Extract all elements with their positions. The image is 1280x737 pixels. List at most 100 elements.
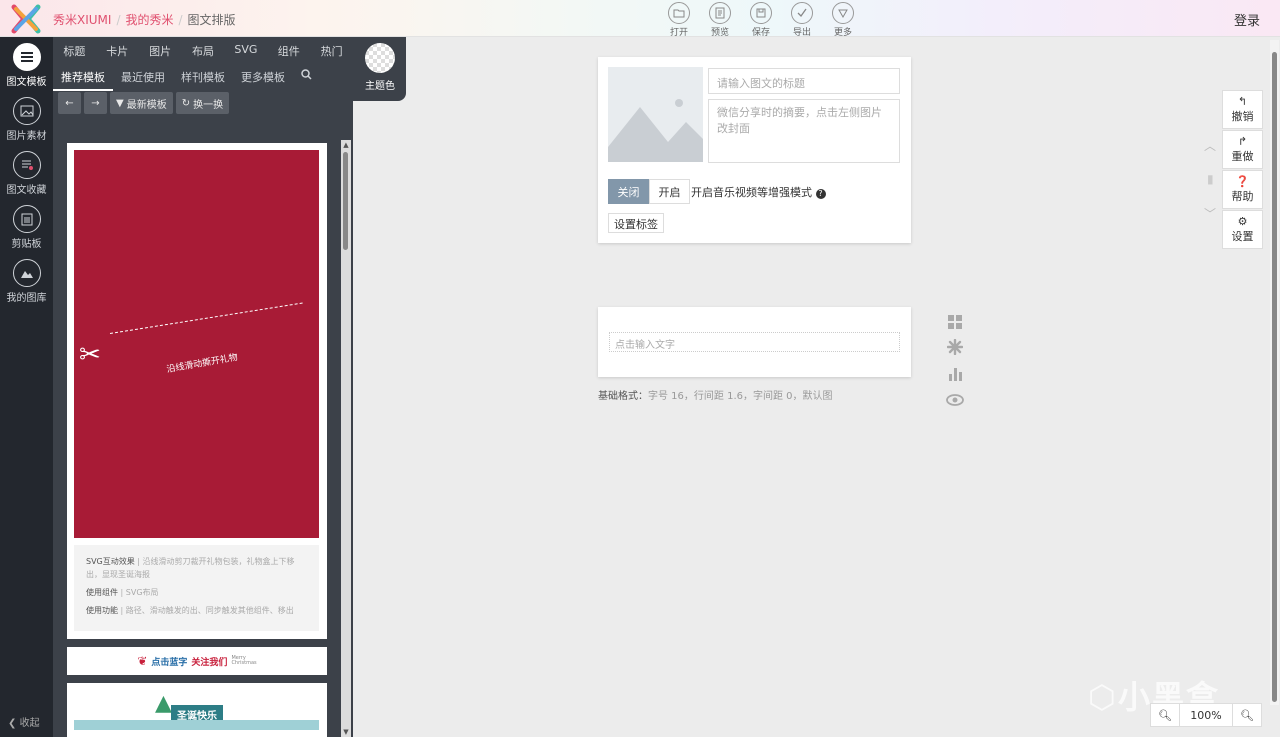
- category-tabs: 标题 卡片 图片 布局 SVG 组件 热门: [53, 43, 353, 59]
- search-icon[interactable]: [293, 69, 320, 91]
- tab-more[interactable]: 更多模板: [233, 69, 293, 91]
- export-button[interactable]: 导出: [782, 2, 822, 38]
- scroll-thumb[interactable]: [343, 152, 348, 250]
- template-description: SVG互动效果 | 沿线滑动剪刀裁开礼物包装，礼物盒上下移出，显现圣诞海报 使用…: [74, 545, 319, 631]
- template-preview: ✂ 沿线滑动撕开礼物: [74, 150, 319, 538]
- top-bar: 秀米XIUMI / 我的秀米 / 图文排版 打开 预览 保存 导出 更多 登录: [0, 0, 1280, 38]
- rail-label: 剪贴板: [11, 239, 42, 250]
- cover-image-placeholder[interactable]: [608, 67, 703, 162]
- save-label: 保存: [751, 28, 770, 38]
- redo-button[interactable]: ↱ 重做: [1222, 130, 1263, 169]
- forward-button[interactable]: →: [84, 92, 107, 114]
- rail-item-gallery[interactable]: 我的图库: [0, 259, 53, 304]
- tab-category[interactable]: 卡片: [96, 43, 139, 59]
- breadcrumb-home[interactable]: 秀米XIUMI: [53, 13, 111, 27]
- more-button[interactable]: 更多: [823, 2, 863, 38]
- xiumi-logo[interactable]: [10, 4, 42, 34]
- image-icon: [12, 97, 41, 125]
- chevron-down-icon[interactable]: ﹀: [1204, 205, 1216, 222]
- tab-category[interactable]: 图片: [139, 43, 182, 59]
- tab-category[interactable]: 热门: [310, 43, 353, 59]
- text-input[interactable]: 点击输入文字: [609, 332, 900, 352]
- collapse-button[interactable]: ❮ 收起: [8, 714, 40, 729]
- zoom-value: 100%: [1179, 704, 1233, 726]
- question-icon[interactable]: ?: [815, 189, 826, 199]
- save-button[interactable]: 保存: [741, 2, 781, 38]
- template-card[interactable]: ❦ 点击蓝字 关注我们 Merry Christmas: [67, 647, 327, 675]
- list-icon: [12, 43, 41, 71]
- base-format-info[interactable]: 基础格式：字号 16，行间距 1.6，字间距 0，默认图: [598, 387, 833, 402]
- enhance-text: 开启音乐视频等增强模式: [691, 186, 812, 199]
- component-value: SVG布局: [125, 588, 159, 597]
- grid-icon[interactable]: [946, 313, 964, 331]
- template-card[interactable]: ✂ 沿线滑动撕开礼物 SVG互动效果 | 沿线滑动剪刀裁开礼物包装，礼物盒上下移…: [67, 143, 327, 639]
- breadcrumb-my-xiumi[interactable]: 我的秀米: [125, 13, 173, 27]
- preview-label: 预览: [710, 28, 729, 38]
- template-scrollbar[interactable]: ▲ ▼: [341, 140, 351, 737]
- zoom-out-icon[interactable]: 🔍︎: [1151, 704, 1179, 726]
- scroll-up-icon[interactable]: ▲: [341, 141, 351, 149]
- eye-icon[interactable]: [946, 391, 964, 409]
- rail-item-templates[interactable]: 图文模板: [0, 43, 53, 88]
- open-button[interactable]: 打开: [659, 2, 699, 38]
- triangle-down-icon: [832, 2, 854, 24]
- help-button[interactable]: ❓ 帮助: [1222, 170, 1263, 209]
- zoom-in-icon[interactable]: 🔍︎: [1233, 704, 1261, 726]
- zoom-control: 🔍︎ 100% 🔍︎: [1150, 703, 1262, 727]
- folder-icon: [668, 2, 690, 24]
- summary-input[interactable]: 微信分享时的摘要，点击左侧图片改封面: [708, 99, 900, 163]
- christmas-bell-icon: ❦: [137, 654, 148, 668]
- toggle-on-button[interactable]: 开启: [649, 179, 690, 204]
- check-icon: [791, 2, 813, 24]
- tab-recommended[interactable]: 推荐模板: [53, 69, 113, 91]
- undo-label: 撤销: [1231, 110, 1254, 123]
- undo-icon: ↰: [1237, 95, 1248, 108]
- function-key: 使用功能: [86, 606, 118, 615]
- breadcrumb: 秀米XIUMI / 我的秀米 / 图文排版: [53, 13, 236, 27]
- tab-category[interactable]: 组件: [267, 43, 310, 59]
- login-link[interactable]: 登录: [1234, 10, 1260, 29]
- base-format-label: 基础格式：: [598, 391, 648, 402]
- shuffle-label: 换一换: [193, 99, 224, 111]
- shuffle-button[interactable]: ↻ 换一换: [175, 92, 230, 114]
- heybox-logo-icon: ⬡: [1088, 678, 1118, 716]
- latest-templates-button[interactable]: ▼ 最新模板: [110, 92, 173, 114]
- editor-scrollbar[interactable]: [1270, 40, 1279, 705]
- merry-christmas-text: Merry Christmas: [231, 656, 256, 666]
- help-label: 帮助: [1231, 190, 1254, 203]
- enhance-toggle: 关闭 开启: [608, 179, 690, 204]
- title-input[interactable]: 请输入图文的标题: [708, 68, 900, 94]
- chevron-left-icon: ❮: [8, 718, 17, 729]
- component-key: 使用组件: [86, 588, 118, 597]
- preview-button[interactable]: 预览: [700, 2, 740, 38]
- back-button[interactable]: ←: [58, 92, 81, 114]
- theme-color-button[interactable]: 主题色: [360, 43, 400, 92]
- rail-item-favorites[interactable]: 图文收藏: [0, 151, 53, 196]
- settings-button[interactable]: ⚙ 设置: [1222, 210, 1263, 249]
- undo-button[interactable]: ↰ 撤销: [1222, 90, 1263, 129]
- toggle-off-button[interactable]: 关闭: [608, 179, 649, 204]
- export-label: 导出: [792, 28, 811, 38]
- chevron-up-icon[interactable]: ︿: [1204, 137, 1216, 154]
- rail-item-clipboard[interactable]: 剪贴板: [0, 205, 53, 250]
- tab-recent[interactable]: 最近使用: [113, 69, 173, 91]
- template-card[interactable]: ▲ 圣诞快乐: [67, 683, 327, 737]
- bar-chart-icon[interactable]: [946, 365, 964, 383]
- arrow-right-icon: →: [91, 97, 100, 109]
- tab-category[interactable]: SVG: [224, 43, 267, 59]
- save-icon: [750, 2, 772, 24]
- editor-scroll-thumb[interactable]: [1272, 52, 1277, 702]
- tab-category[interactable]: 标题: [53, 43, 96, 59]
- left-rail: 图文模板 图片素材 图文收藏 剪贴板 我的图库 ❮ 收起: [0, 37, 53, 737]
- drag-handle-icon[interactable]: ▮: [1207, 172, 1214, 186]
- rail-item-images[interactable]: 图片素材: [0, 97, 53, 142]
- tab-category[interactable]: 布局: [182, 43, 225, 59]
- scroll-down-icon[interactable]: ▼: [341, 728, 351, 736]
- favorite-icon: [12, 151, 41, 179]
- tab-sample[interactable]: 样刊模板: [173, 69, 233, 91]
- gallery-icon: [12, 259, 41, 287]
- filter-icon: ▼: [116, 97, 124, 109]
- gear-flower-icon[interactable]: [946, 338, 964, 356]
- scissors-icon: ✂: [79, 340, 101, 370]
- set-tag-button[interactable]: 设置标签: [608, 213, 664, 233]
